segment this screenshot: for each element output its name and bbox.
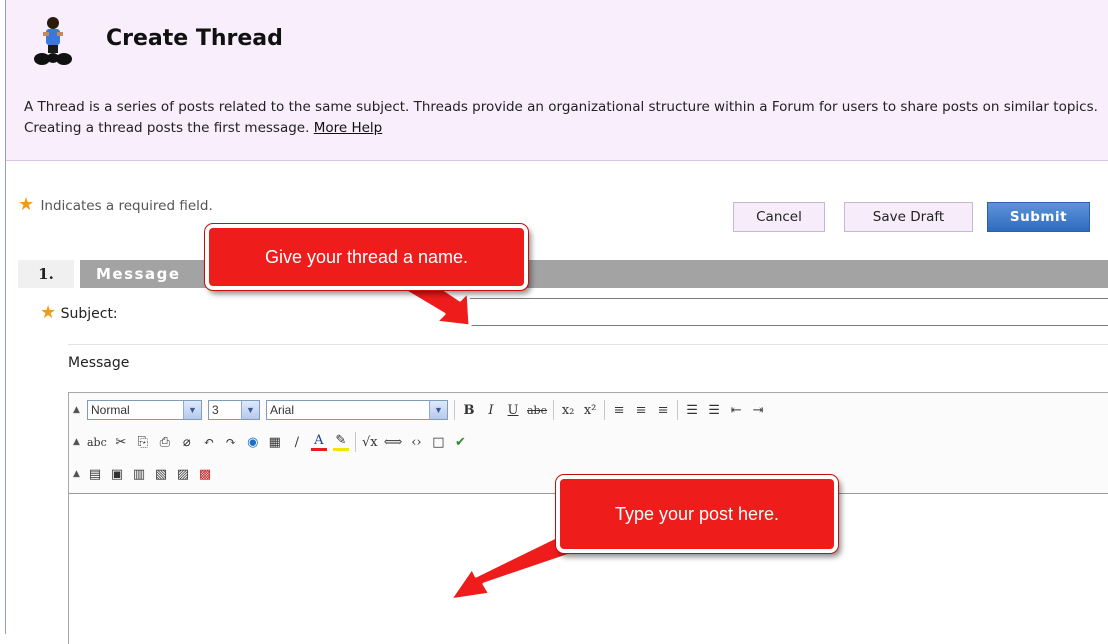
subject-input[interactable] [462,298,1108,326]
toolbar-row-3: ▲ ▤ ▣ ▥ ▧ ▨ ▩ [73,463,213,485]
section-number: 1. [18,260,74,288]
divider [68,344,1108,345]
bulleted-list-button[interactable]: ☰ [706,403,722,418]
toolbar-separator [604,400,606,420]
math-editor-icon[interactable]: √x [362,435,378,450]
italic-button[interactable]: I [483,403,499,418]
cancel-button[interactable]: Cancel [733,202,825,232]
fullscreen-icon[interactable]: □ [430,435,446,450]
toolbar-separator [454,400,455,420]
font-size-value: 3 [212,403,219,417]
table-icon[interactable]: ▦ [267,435,283,450]
font-family-select[interactable]: Arial ▼ [266,400,448,420]
forum-user-icon [34,17,72,65]
callout-name-thread: Give your thread a name. [205,224,528,290]
check-icon[interactable]: ✔ [452,435,468,450]
font-family-value: Arial [270,403,295,417]
callout-type-post: Type your post here. [556,475,838,553]
message-section-header: 1. Message [18,260,1108,288]
required-star-icon: ★ [40,302,57,323]
save-draft-button[interactable]: Save Draft [844,202,973,232]
chevron-down-icon: ▼ [429,401,447,419]
insert-media-icon[interactable]: ▥ [131,467,147,482]
toolbar-row-2: ▲ abc ✂ ⎘ ⎙ ⌀ ↶ ↷ ◉ ▦ ∕ A ✎ √x ⟺ ‹› □ ✔ [73,431,468,453]
description-text: A Thread is a series of posts related to… [24,99,1098,136]
strikethrough-button[interactable]: abe [527,404,547,417]
attach-file-icon[interactable]: ▤ [87,467,103,482]
copy-icon[interactable]: ⎘ [135,435,151,450]
highlight-icon[interactable]: ✎ [332,433,349,451]
chevron-down-icon: ▼ [183,401,201,419]
clear-format-icon[interactable]: ⌀ [179,435,195,450]
numbered-list-button[interactable]: ☰ [684,403,700,418]
redo-icon[interactable]: ↷ [223,435,239,450]
spellcheck-button[interactable]: abc [87,436,107,449]
underline-button[interactable]: U [505,403,521,418]
insert-image-icon[interactable]: ▣ [109,467,125,482]
bold-button[interactable]: B [461,403,477,418]
toolbar-separator [677,400,679,420]
chevron-down-icon: ▼ [241,401,259,419]
toolbar-row-1: ▲ Normal ▼ 3 ▼ Arial ▼ B I U abe x₂ x² ≡ [73,399,766,421]
page-title: Create Thread [106,26,283,51]
text-color-icon[interactable]: A [310,433,327,451]
page-header: Create Thread A Thread is a series of po… [6,0,1108,161]
required-note-text: Indicates a required field. [40,198,213,214]
required-field-note: ★ Indicates a required field. [18,194,213,215]
align-left-button[interactable]: ≡ [611,403,627,418]
subject-label: ★ Subject: [40,302,118,323]
page-description: A Thread is a series of posts related to… [24,97,1104,139]
submit-button[interactable]: Submit [987,202,1090,232]
outdent-button[interactable]: ⇤ [728,403,744,418]
paragraph-style-select[interactable]: Normal ▼ [87,400,202,420]
toolbar-separator [354,432,356,452]
subscript-button[interactable]: x₂ [560,403,576,418]
subject-label-text: Subject: [60,306,118,322]
pencil-icon[interactable]: ∕ [289,435,305,450]
collapse-toolbar-icon[interactable]: ▲ [73,405,81,415]
link-globe-icon[interactable]: ◉ [245,435,261,450]
more-help-link[interactable]: More Help [314,120,383,136]
cut-icon[interactable]: ✂ [113,435,129,450]
collapse-toolbar-icon[interactable]: ▲ [73,437,81,447]
html-source-icon[interactable]: ‹› [408,435,424,450]
paste-icon[interactable]: ⎙ [157,435,173,450]
mashup-icon[interactable]: ⟺ [384,435,403,450]
align-right-button[interactable]: ≡ [655,403,671,418]
undo-icon[interactable]: ↶ [201,435,217,450]
indent-button[interactable]: ⇥ [750,403,766,418]
align-center-button[interactable]: ≡ [633,403,649,418]
superscript-button[interactable]: x² [582,403,598,418]
toolbar-separator [553,400,555,420]
required-star-icon: ★ [18,194,35,215]
message-label: Message [68,355,130,371]
collapse-toolbar-icon[interactable]: ▲ [73,469,81,479]
insert-audio-icon[interactable]: ▧ [153,467,169,482]
paragraph-style-value: Normal [91,403,130,417]
font-size-select[interactable]: 3 ▼ [208,400,260,420]
insert-pdf-icon[interactable]: ▩ [197,467,213,482]
insert-flash-icon[interactable]: ▨ [175,467,191,482]
